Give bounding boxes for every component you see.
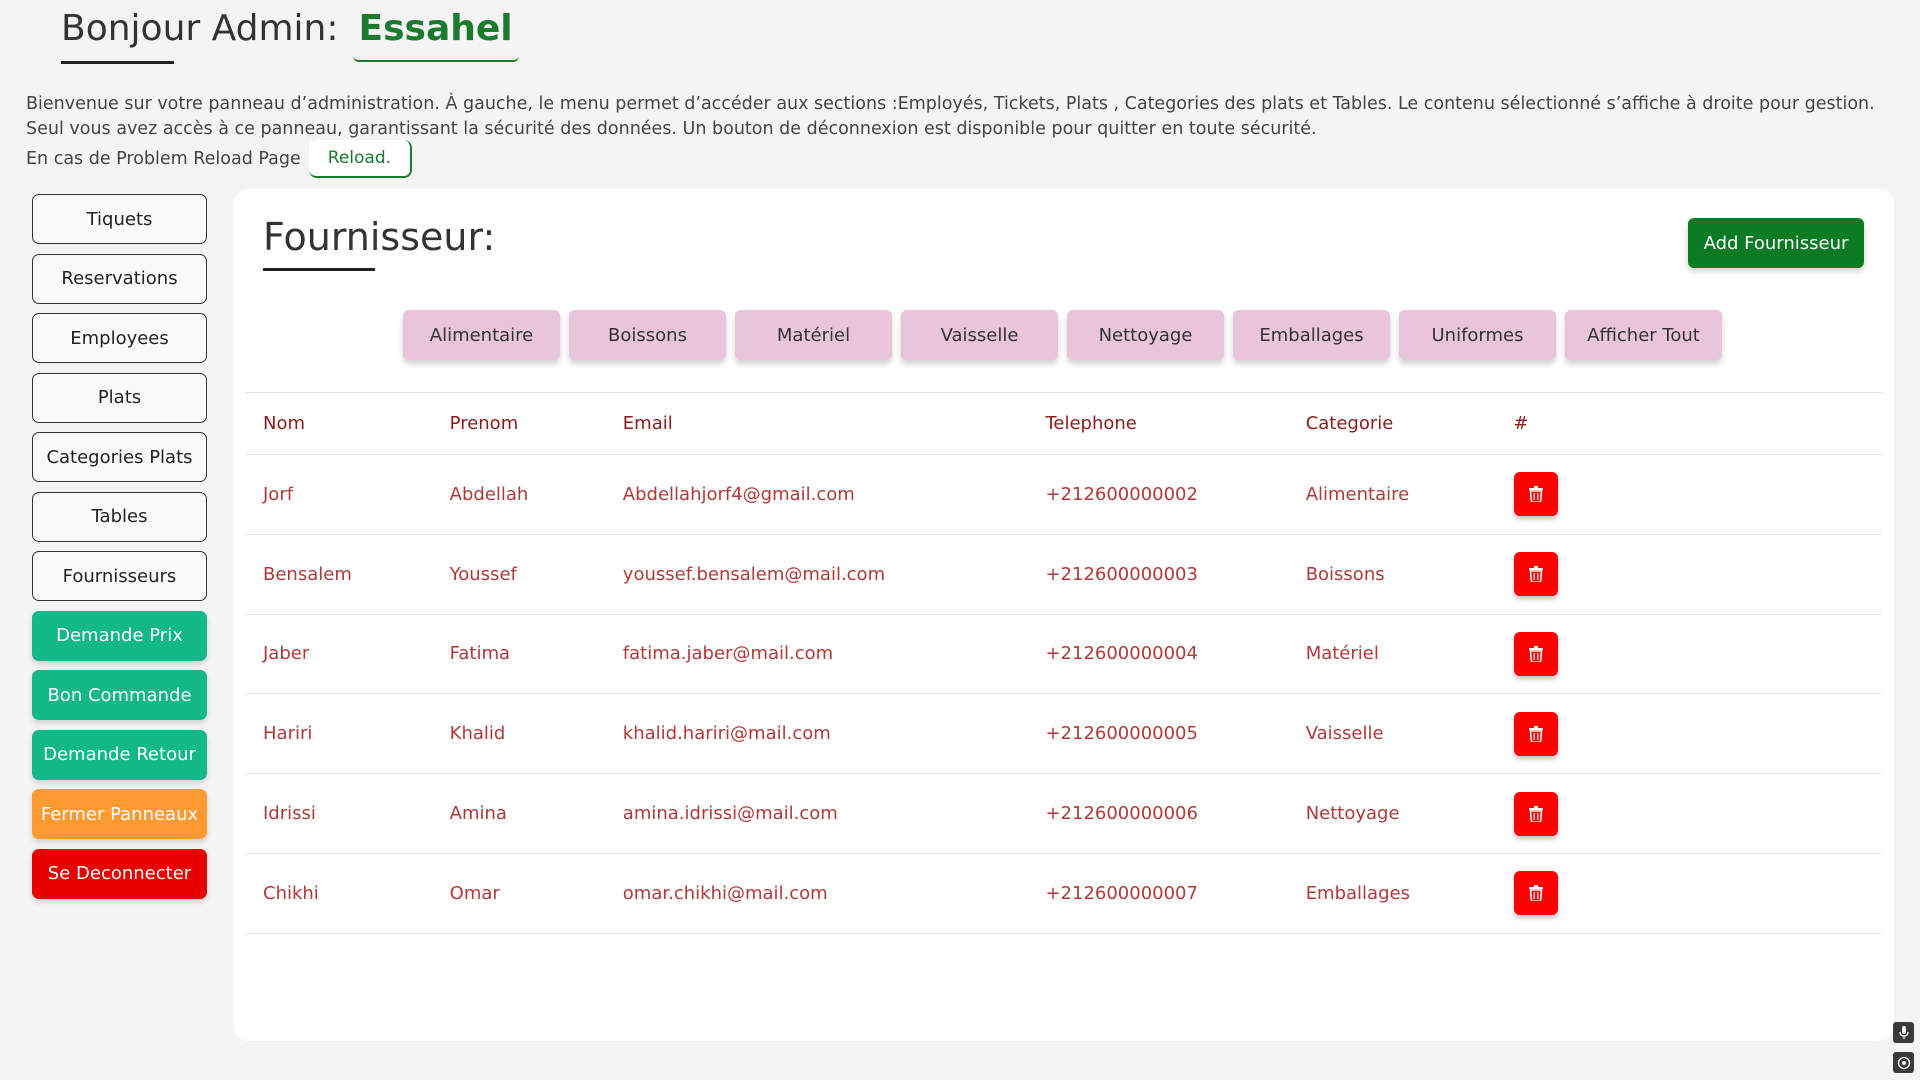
intro-line-2: Seul vous avez accès à ce panneau, garan… <box>26 119 1317 139</box>
corner-tools <box>1893 1022 1914 1073</box>
prenom-cell: Amina <box>449 803 507 825</box>
nom-cell: Bensalem <box>263 563 352 585</box>
actions-cell <box>1496 614 1882 694</box>
telephone-cell: +212600000004 <box>1045 643 1198 665</box>
reload-row: En cas de Problem Reload Page Reload. <box>26 140 413 178</box>
column-header-telephone: Telephone <box>1045 413 1137 434</box>
actions-cell <box>1496 534 1882 614</box>
table-row: Chikhi Omar omar.chikhi@mail.com +212600000… <box>245 853 1882 934</box>
delete-button[interactable] <box>1513 552 1558 597</box>
trash-icon <box>1528 645 1543 662</box>
categorie-cell: Nettoyage <box>1305 803 1400 825</box>
sidebar-item-demande-retour[interactable]: Demande Retour <box>32 729 207 780</box>
filter-materiel-button[interactable]: Matériel <box>735 310 892 360</box>
actions-cell <box>1496 455 1882 535</box>
column-header-nom: Nom <box>263 413 306 434</box>
email-cell: omar.chikhi@mail.com <box>622 882 828 904</box>
email-cell: khalid.hariri@mail.com <box>622 723 831 745</box>
telephone-cell: +212600000006 <box>1045 803 1198 825</box>
delete-button[interactable] <box>1513 711 1558 756</box>
table-row: Jaber Fatima fatima.jaber@mail.com +2126000… <box>245 614 1882 694</box>
column-header-email: Email <box>622 413 673 434</box>
sidebar-item-se-deconnecter[interactable]: Se Deconnecter <box>32 848 207 899</box>
filter-alimentaire-button[interactable]: Alimentaire <box>403 310 560 360</box>
categorie-cell: Alimentaire <box>1305 483 1410 505</box>
table-row: Bensalem Youssef youssef.bensalem@mail.com… <box>245 534 1882 615</box>
table-row: Idrissi Amina amina.idrissi@mail.com +21260… <box>245 774 1882 854</box>
column-header-prenom: Prenom <box>449 413 519 434</box>
column-header-categorie: Categorie <box>1305 413 1394 434</box>
trash-icon <box>1528 566 1543 583</box>
intro-line-1: Bienvenue sur votre panneau d’administra… <box>26 94 1875 114</box>
prenom-cell: Khalid <box>449 723 506 745</box>
sidebar-item-fournisseurs[interactable]: Fournisseurs <box>32 551 207 601</box>
email-cell: youssef.bensalem@mail.com <box>622 563 886 585</box>
nom-cell: Jaber <box>263 643 310 665</box>
sidebar-item-bon-commande[interactable]: Bon Commande <box>32 670 207 720</box>
sidebar-item-categories-plats[interactable]: Categories Plats <box>32 432 207 482</box>
categorie-cell: Matériel <box>1305 643 1379 665</box>
actions-cell <box>1496 694 1882 774</box>
trash-icon <box>1528 885 1543 902</box>
sidebar-item-reservations[interactable]: Reservations <box>32 253 207 304</box>
sidebar-item-fermer-panneaux[interactable]: Fermer Panneaux <box>32 789 207 839</box>
sidebar: Tiquets Reservations Employees Plats Categor… <box>32 194 207 908</box>
prenom-cell: Fatima <box>449 643 511 665</box>
table-header-row: Nom Prenom Email Telephone Categorie # <box>245 392 1882 455</box>
add-fournisseur-button[interactable]: Add Fournisseur <box>1688 218 1864 268</box>
sidebar-item-tables[interactable]: Tables <box>32 491 207 542</box>
filter-emballages-button[interactable]: Emballages <box>1233 310 1390 360</box>
sidebar-item-plats[interactable]: Plats <box>32 372 207 423</box>
greeting-text: Bonjour Admin: <box>61 4 339 64</box>
email-cell: Abdellahjorf4@gmail.com <box>622 483 855 505</box>
nom-cell: Idrissi <box>263 803 316 825</box>
microphone-icon[interactable] <box>1893 1022 1914 1043</box>
reload-hint: En cas de Problem Reload Page <box>26 149 301 169</box>
trash-icon <box>1528 725 1543 742</box>
telephone-cell: +212600000005 <box>1045 723 1198 745</box>
filter-vaisselle-button[interactable]: Vaisselle <box>901 310 1058 360</box>
table-row: Hariri Khalid khalid.hariri@mail.com +21260… <box>245 694 1882 774</box>
prenom-cell: Omar <box>449 882 500 904</box>
table-row: Jorf Abdellah Abdellahjorf4@gmail.com +2126… <box>245 455 1882 535</box>
telephone-cell: +212600000002 <box>1045 483 1198 505</box>
assist-icon[interactable] <box>1893 1052 1914 1073</box>
filter-nettoyage-button[interactable]: Nettoyage <box>1067 310 1224 360</box>
page-title: Fournisseur: <box>263 215 495 271</box>
actions-cell <box>1496 774 1882 854</box>
telephone-cell: +212600000003 <box>1045 563 1198 585</box>
nom-cell: Hariri <box>263 723 313 745</box>
actions-cell <box>1496 853 1882 933</box>
fournisseur-table: Nom Prenom Email Telephone Categorie # Jorf Ab… <box>245 392 1882 934</box>
nom-cell: Chikhi <box>263 882 319 904</box>
sidebar-item-demande-prix[interactable]: Demande Prix <box>32 610 207 661</box>
categorie-cell: Boissons <box>1305 563 1385 585</box>
prenom-cell: Abdellah <box>449 483 529 505</box>
delete-button[interactable] <box>1513 871 1558 916</box>
sidebar-item-employees[interactable]: Employees <box>32 313 207 363</box>
telephone-cell: +212600000007 <box>1045 882 1198 904</box>
filter-uniformes-button[interactable]: Uniformes <box>1399 310 1556 360</box>
nom-cell: Jorf <box>263 483 294 505</box>
sidebar-item-tiquets[interactable]: Tiquets <box>32 194 207 244</box>
main-panel: Fournisseur: Add Fournisseur Alimentaire… <box>233 189 1894 1041</box>
prenom-cell: Youssef <box>449 563 517 585</box>
trash-icon <box>1528 486 1543 503</box>
categorie-cell: Vaisselle <box>1305 723 1384 745</box>
reload-button[interactable]: Reload. <box>308 140 413 178</box>
filter-boissons-button[interactable]: Boissons <box>569 310 726 360</box>
filter-afficher-tout-button[interactable]: Afficher Tout <box>1565 310 1722 360</box>
delete-button[interactable] <box>1513 791 1558 836</box>
email-cell: fatima.jaber@mail.com <box>622 643 834 665</box>
admin-name: Essahel <box>352 4 519 62</box>
header: Bonjour Admin: Essahel <box>61 4 519 64</box>
intro-text: Bienvenue sur votre panneau d’administra… <box>26 92 1906 142</box>
category-filters: Alimentaire Boissons Matériel Vaisselle Nett… <box>403 310 1722 360</box>
trash-icon <box>1528 805 1543 822</box>
delete-button[interactable] <box>1513 472 1558 517</box>
column-header-actions: # <box>1513 413 1529 434</box>
delete-button[interactable] <box>1513 631 1558 676</box>
email-cell: amina.idrissi@mail.com <box>622 803 838 825</box>
categorie-cell: Emballages <box>1305 882 1410 904</box>
